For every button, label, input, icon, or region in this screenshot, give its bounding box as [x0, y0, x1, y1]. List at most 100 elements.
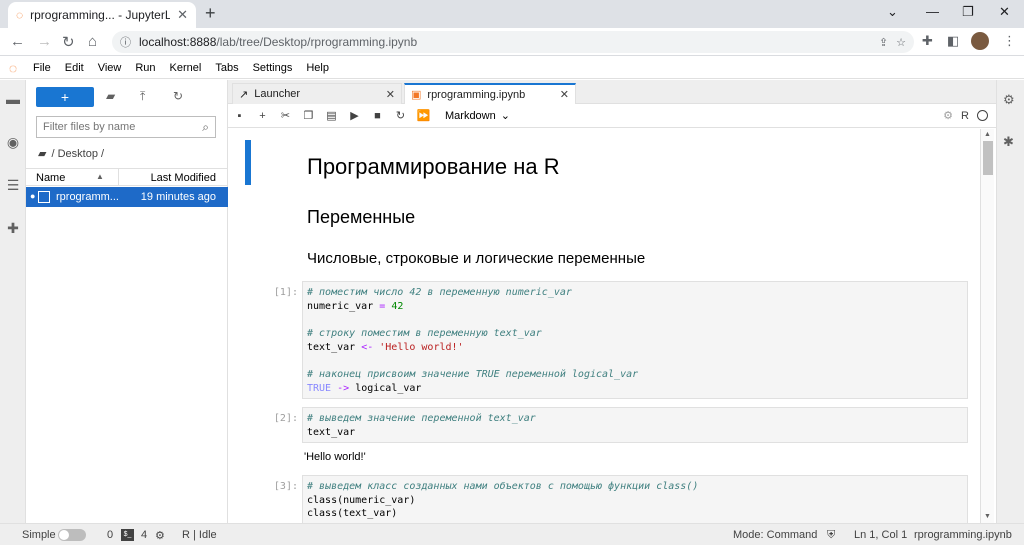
file-row[interactable]: ● rprogramm... 19 minutes ago	[26, 187, 228, 207]
debugger-bug-icon[interactable]: ✱	[1003, 134, 1014, 150]
close-icon[interactable]: ✕	[386, 88, 395, 101]
run-icon[interactable]: ▶	[343, 109, 366, 122]
refresh-icon[interactable]: ↻	[173, 89, 183, 103]
filter-files-input[interactable]	[43, 121, 203, 133]
bookmark-star-icon[interactable]: ☆	[896, 36, 906, 49]
scroll-down-icon[interactable]: ▼	[984, 513, 991, 520]
close-window-button[interactable]: ✕	[999, 4, 1010, 20]
property-inspector-icon[interactable]: ⚙	[1003, 92, 1015, 108]
restore-button[interactable]: ❐	[962, 4, 974, 20]
minimize-button[interactable]: —	[926, 4, 939, 19]
notebook-icon: ▣	[411, 89, 422, 101]
running-kernels-icon[interactable]: ◉	[4, 133, 22, 151]
menu-settings[interactable]: Settings	[246, 62, 300, 74]
extensions-icon[interactable]: ✚	[922, 33, 933, 49]
cell-type-select[interactable]: Markdown ⌄	[445, 109, 510, 123]
code-cell[interactable]: [1]: # поместим число 42 в переменную nu…	[228, 281, 968, 399]
code-cell[interactable]: [2]: # выведем значение переменной text_…	[228, 407, 968, 443]
menu-file[interactable]: File	[26, 62, 58, 74]
column-header-name[interactable]: Name	[36, 172, 65, 184]
new-tab-button[interactable]: +	[205, 3, 216, 24]
file-browser: + ▰ ⤒ ↻ ⌕ ▰ / Desktop / Name ▲ Last Modi…	[26, 80, 228, 523]
menu-kernel[interactable]: Kernel	[163, 62, 209, 74]
upload-icon[interactable]: ⤒	[140, 89, 145, 104]
menu-tabs[interactable]: Tabs	[208, 62, 245, 74]
menu-view[interactable]: View	[91, 62, 129, 74]
filter-files-field[interactable]: ⌕	[36, 116, 216, 138]
folder-icon[interactable]: ▬	[4, 90, 22, 108]
status-filename: rprogramming.ipynb	[914, 529, 1012, 541]
restart-icon[interactable]: ↻	[389, 109, 412, 122]
menu-edit[interactable]: Edit	[58, 62, 91, 74]
site-info-icon[interactable]: ⓘ	[120, 34, 131, 50]
fast-forward-icon[interactable]: ⏩	[412, 109, 435, 122]
notebook-mode[interactable]: Mode: Command	[733, 529, 817, 541]
jupyter-logo-icon: ◌	[8, 59, 18, 76]
kernel-gear-icon[interactable]: ⚙	[155, 529, 165, 542]
share-icon[interactable]: ⇪	[879, 36, 888, 49]
code-editor[interactable]: # выведем класс созданных нами объектов …	[302, 475, 968, 523]
file-modified: 19 minutes ago	[140, 191, 216, 203]
cursor-position[interactable]: Ln 1, Col 1	[854, 529, 907, 541]
table-of-contents-icon[interactable]: ☰	[4, 176, 22, 194]
cell-output: 'Hello world!'	[304, 451, 366, 463]
tab-launcher[interactable]: ↗ Launcher ✕	[232, 83, 402, 104]
sort-ascending-icon[interactable]: ▲	[96, 172, 104, 181]
browser-tab-title: rprogramming... - JupyterLab	[30, 8, 171, 22]
extension-puzzle-icon[interactable]: ✚	[4, 219, 22, 237]
cell-collapser[interactable]	[245, 140, 251, 185]
stop-icon[interactable]: ■	[366, 110, 389, 122]
notebook-toolbar: ▪ + ✂ ❐ ▤ ▶ ■ ↻ ⏩ Markdown ⌄ ⚙ R	[228, 104, 996, 128]
paste-icon[interactable]: ▤	[320, 109, 343, 122]
new-launcher-button[interactable]: +	[36, 87, 94, 107]
column-divider[interactable]	[118, 169, 119, 186]
side-panel-icon[interactable]: ◧	[947, 33, 959, 49]
document-tabs: ↗ Launcher ✕ ▣ rprogramming.ipynb ✕	[228, 80, 996, 104]
code-cell[interactable]: [3]: # выведем класс созданных нами объе…	[228, 475, 968, 523]
tab-label: rprogramming.ipynb	[427, 88, 526, 101]
cut-icon[interactable]: ✂	[274, 109, 297, 122]
column-header-modified[interactable]: Last Modified	[151, 172, 216, 184]
terminal-count[interactable]: 0	[107, 529, 113, 541]
toggle-knob	[59, 530, 69, 540]
browser-tab[interactable]: ◌ rprogramming... - JupyterLab ✕	[8, 2, 196, 28]
chevron-down-icon: ⌄	[500, 110, 510, 122]
trusted-shield-icon[interactable]: ⛨	[827, 529, 835, 542]
close-icon[interactable]: ✕	[560, 88, 569, 101]
copy-icon[interactable]: ❐	[297, 109, 320, 122]
code-editor[interactable]: # поместим число 42 в переменную numeric…	[302, 281, 968, 399]
menu-run[interactable]: Run	[128, 62, 162, 74]
kernel-status[interactable]: R | Idle	[182, 529, 217, 541]
terminal-icon[interactable]: $_	[121, 529, 134, 541]
breadcrumb-path[interactable]: / Desktop /	[51, 148, 104, 160]
cell-prompt: [1]:	[273, 287, 298, 298]
close-tab-icon[interactable]: ✕	[177, 7, 188, 23]
home-icon[interactable]: ⌂	[88, 33, 97, 50]
reload-icon[interactable]: ↻	[62, 33, 75, 51]
tab-search-icon[interactable]: ⌄	[887, 4, 898, 20]
url-text: localhost:8888/lab/tree/Desktop/rprogram…	[139, 35, 418, 49]
menu-help[interactable]: Help	[299, 62, 336, 74]
tab-notebook[interactable]: ▣ rprogramming.ipynb ✕	[404, 83, 576, 104]
file-browser-toolbar: + ▰ ⤒ ↻	[36, 87, 216, 107]
kernel-count[interactable]: 4	[141, 529, 147, 541]
folder-icon[interactable]: ▰	[38, 147, 46, 160]
kernel-name[interactable]: R	[961, 110, 969, 122]
browser-tabbar: ◌ rprogramming... - JupyterLab ✕ + ⌄ — ❐…	[0, 0, 1024, 28]
simple-mode-toggle[interactable]	[58, 529, 86, 541]
url-bar[interactable]: ⓘ localhost:8888/lab/tree/Desktop/rprogr…	[112, 31, 914, 53]
forward-arrow-icon[interactable]: →	[37, 33, 52, 50]
jupyter-favicon-icon: ◌	[16, 8, 24, 22]
new-folder-icon[interactable]: ▰	[106, 89, 115, 103]
save-icon[interactable]: ▪	[228, 110, 251, 122]
left-activity-bar: ▬ ◉ ☰ ✚	[0, 80, 26, 523]
code-editor[interactable]: # выведем значение переменной text_var t…	[302, 407, 968, 443]
menu-kebab-icon[interactable]: ⋮	[1003, 33, 1016, 49]
insert-cell-icon[interactable]: +	[251, 110, 274, 122]
notebook-heading-1: Программирование на R	[307, 154, 560, 179]
back-arrow-icon[interactable]: ←	[10, 33, 25, 50]
avatar[interactable]	[971, 32, 989, 50]
scroll-up-icon[interactable]: ▲	[984, 131, 991, 138]
notebook-scrollbar[interactable]: ▲ ▼	[980, 129, 994, 523]
scrollbar-thumb[interactable]	[983, 141, 993, 175]
